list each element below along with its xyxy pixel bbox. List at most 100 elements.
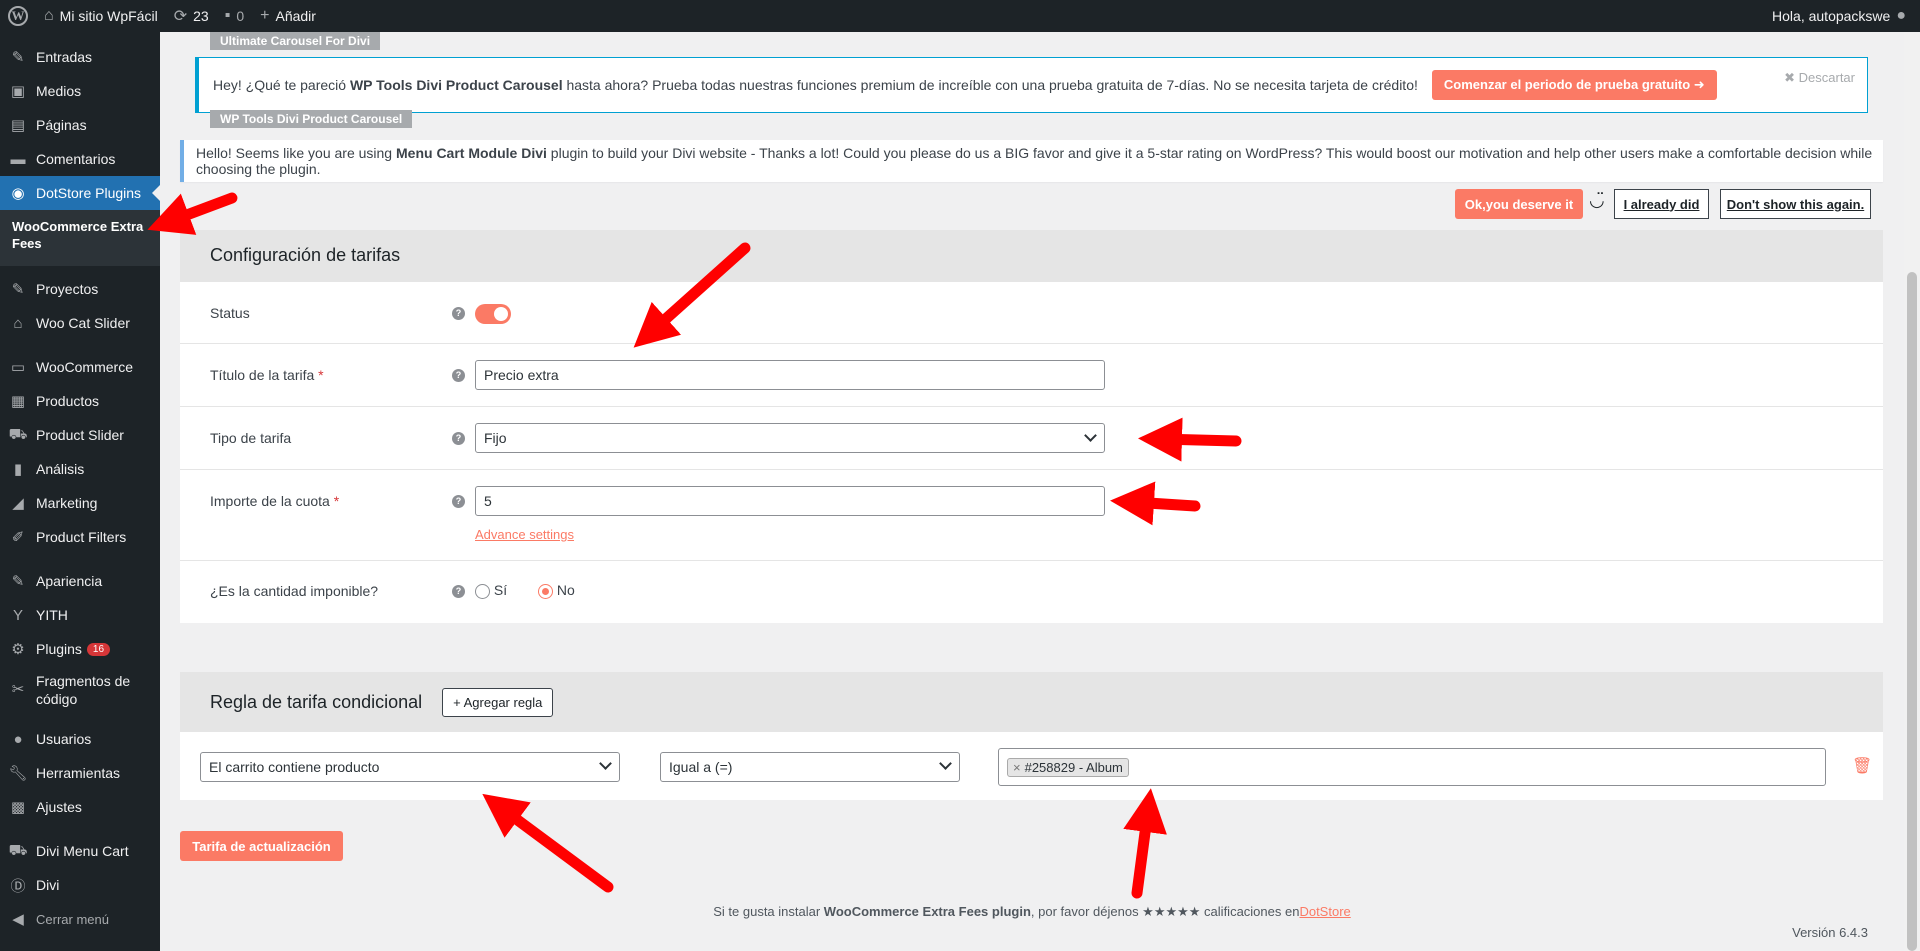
taxable-row: ¿Es la cantidad imponible? ? Sí No xyxy=(180,560,1883,623)
condition-value: El carrito contiene producto xyxy=(209,759,380,775)
fee-title-input[interactable]: Precio extra xyxy=(475,360,1105,390)
add-new-link[interactable]: + Añadir xyxy=(252,0,324,32)
add-rule-button[interactable]: + Agregar regla xyxy=(442,687,554,717)
already-did-button[interactable]: I already did xyxy=(1614,189,1709,219)
product-chip: × #258829 - Album xyxy=(1007,757,1129,777)
advance-settings-link[interactable]: Advance settings xyxy=(475,527,574,542)
title-row: Título de la tarifa * ? Precio extra xyxy=(180,343,1883,406)
dont-show-again-button[interactable]: Don't show this again. xyxy=(1720,189,1871,219)
fee-amount-label-text: Importe de la cuota xyxy=(210,493,330,509)
footer-text-bold: WooCommerce Extra Fees plugin xyxy=(823,904,1031,919)
help-icon[interactable]: ? xyxy=(452,495,465,508)
menu-product-filters[interactable]: ✐ Product Filters xyxy=(0,520,160,554)
chevron-down-icon xyxy=(599,757,612,770)
comments-link[interactable]: ▪ 0 xyxy=(217,0,252,32)
taxable-yes-option[interactable]: Sí xyxy=(475,582,507,599)
basket-icon: ⌂ xyxy=(13,314,23,332)
updates-link[interactable]: ⟳ 23 xyxy=(166,0,217,32)
scrollbar-thumb[interactable] xyxy=(1907,272,1917,951)
taxable-yes-radio[interactable] xyxy=(475,583,490,599)
dotstore-link[interactable]: DotStore xyxy=(1299,904,1350,919)
status-label: Status xyxy=(210,305,250,321)
menu-entradas[interactable]: ✎ Entradas xyxy=(0,40,160,74)
menu-label: Marketing xyxy=(36,495,98,511)
scrollbar[interactable] xyxy=(1904,32,1920,951)
pin-icon: ✎ xyxy=(11,281,25,298)
menu-comentarios[interactable]: ▬ Comentarios xyxy=(0,142,160,176)
menu-ajustes[interactable]: ▩ Ajustes xyxy=(0,790,160,824)
status-row: Status ? xyxy=(180,281,1883,343)
ok-deserve-it-button[interactable]: Ok,you deserve it xyxy=(1455,189,1583,219)
collapse-menu-button[interactable]: ◀ Cerrar menú xyxy=(0,902,160,936)
help-icon[interactable]: ? xyxy=(452,585,465,598)
menu-proyectos[interactable]: ✎ Proyectos xyxy=(0,272,160,306)
menu-product-slider[interactable]: ⛟ Product Slider xyxy=(0,418,160,452)
taxable-no-radio[interactable] xyxy=(538,583,553,599)
menu-divi[interactable]: Ⓓ Divi xyxy=(0,868,160,902)
collapse-label: Cerrar menú xyxy=(36,911,109,927)
menu-label: Productos xyxy=(36,393,100,409)
menu-label: Divi Menu Cart xyxy=(36,843,129,859)
menu-herramientas[interactable]: 🔧︎ Herramientas xyxy=(0,756,160,790)
wp-logo-menu[interactable]: W xyxy=(0,0,36,32)
comments-count: 0 xyxy=(236,8,245,24)
menu-plugins[interactable]: ⚙ Plugins 16 xyxy=(0,632,160,666)
menu-apariencia[interactable]: ✎ Apariencia xyxy=(0,564,160,598)
fee-amount-input[interactable]: 5 xyxy=(475,486,1105,516)
trial-text-bold: WP Tools Divi Product Carousel xyxy=(349,77,563,93)
account-menu[interactable]: Hola, autopackswe ● xyxy=(1764,0,1920,32)
condition-select[interactable]: El carrito contiene producto xyxy=(200,752,620,782)
menu-divi-menu-cart[interactable]: ⛟ Divi Menu Cart xyxy=(0,834,160,868)
menu-usuarios[interactable]: ● Usuarios xyxy=(0,722,160,756)
menu-woocommerce[interactable]: ▭ WooCommerce xyxy=(0,350,160,384)
product-chip-label: #258829 - Album xyxy=(1024,759,1123,775)
menu-paginas[interactable]: ▤ Páginas xyxy=(0,108,160,142)
submenu-label: WooCommerce Extra Fees xyxy=(12,219,144,251)
pages-icon: ▤ xyxy=(10,117,26,134)
trial-notice-text: Hey! ¿Qué te pareció WP Tools Divi Produ… xyxy=(213,77,1418,93)
updates-count: 23 xyxy=(193,8,209,24)
product-carousel-tag: WP Tools Divi Product Carousel xyxy=(210,110,413,128)
plus-icon: + xyxy=(260,7,270,24)
help-icon[interactable]: ? xyxy=(452,432,465,445)
home-icon: ⌂ xyxy=(44,7,54,24)
chevron-down-icon xyxy=(939,757,952,770)
help-icon[interactable]: ? xyxy=(452,369,465,382)
operator-select[interactable]: Igual a (=) xyxy=(660,752,960,782)
dismiss-notice-button[interactable]: ✖ Descartar xyxy=(1784,70,1855,86)
menu-analisis[interactable]: ▮ Análisis xyxy=(0,452,160,486)
product-multiselect[interactable]: × #258829 - Album xyxy=(998,748,1826,786)
update-fee-button[interactable]: Tarifa de actualización xyxy=(180,831,343,861)
menu-dotstore-plugins[interactable]: ◉ DotStore Plugins xyxy=(0,176,160,210)
cart-icon: ⛟ xyxy=(8,425,28,443)
menu-marketing[interactable]: ◢ Marketing xyxy=(0,486,160,520)
taxable-no-option[interactable]: No xyxy=(538,582,575,599)
trash-icon[interactable]: 🗑︎ xyxy=(1852,756,1872,776)
fee-type-select[interactable]: Fijo xyxy=(475,423,1105,453)
version-text: Versión 6.4.3 xyxy=(1792,925,1868,940)
yith-icon: Y xyxy=(12,606,23,624)
menu-label: Proyectos xyxy=(36,281,99,297)
smile-icon: ◡̈ xyxy=(1589,190,1605,210)
submenu-woocommerce-extra-fees[interactable]: WooCommerce Extra Fees xyxy=(0,210,160,266)
status-toggle[interactable] xyxy=(475,304,511,324)
chip-remove-icon[interactable]: × xyxy=(1013,760,1021,775)
user-icon: ● xyxy=(13,730,23,748)
menu-medios[interactable]: ▣ Medios xyxy=(0,74,160,108)
menu-yith[interactable]: Y YITH xyxy=(0,598,160,632)
menu-fragmentos-de-codigo[interactable]: ✂ Fragmentos de código xyxy=(0,668,160,712)
updates-icon: ⟳ xyxy=(173,8,188,25)
menu-label: Entradas xyxy=(36,49,93,65)
menu-productos[interactable]: ▦ Productos xyxy=(0,384,160,418)
start-trial-button[interactable]: Comenzar el periodo de prueba gratuito ➜ xyxy=(1431,70,1717,100)
conditional-rule-header: Regla de tarifa condicional + Agregar re… xyxy=(180,672,1883,732)
chart-icon: ▮ xyxy=(13,461,23,478)
fee-config-heading: Configuración de tarifas xyxy=(180,230,1883,281)
plugin-icon: ⚙ xyxy=(11,641,25,658)
menu-woo-cat-slider[interactable]: ⌂ Woo Cat Slider xyxy=(0,306,160,340)
amount-row: Importe de la cuota * ? 5 Advance settin… xyxy=(180,469,1883,560)
site-name-link[interactable]: ⌂ Mi sitio WpFácil xyxy=(36,0,166,32)
help-icon[interactable]: ? xyxy=(452,307,465,320)
footer-text-mid: , por favor déjenos ★★★★★ calificaciones… xyxy=(1030,904,1300,919)
fee-amount-value: 5 xyxy=(484,493,492,509)
